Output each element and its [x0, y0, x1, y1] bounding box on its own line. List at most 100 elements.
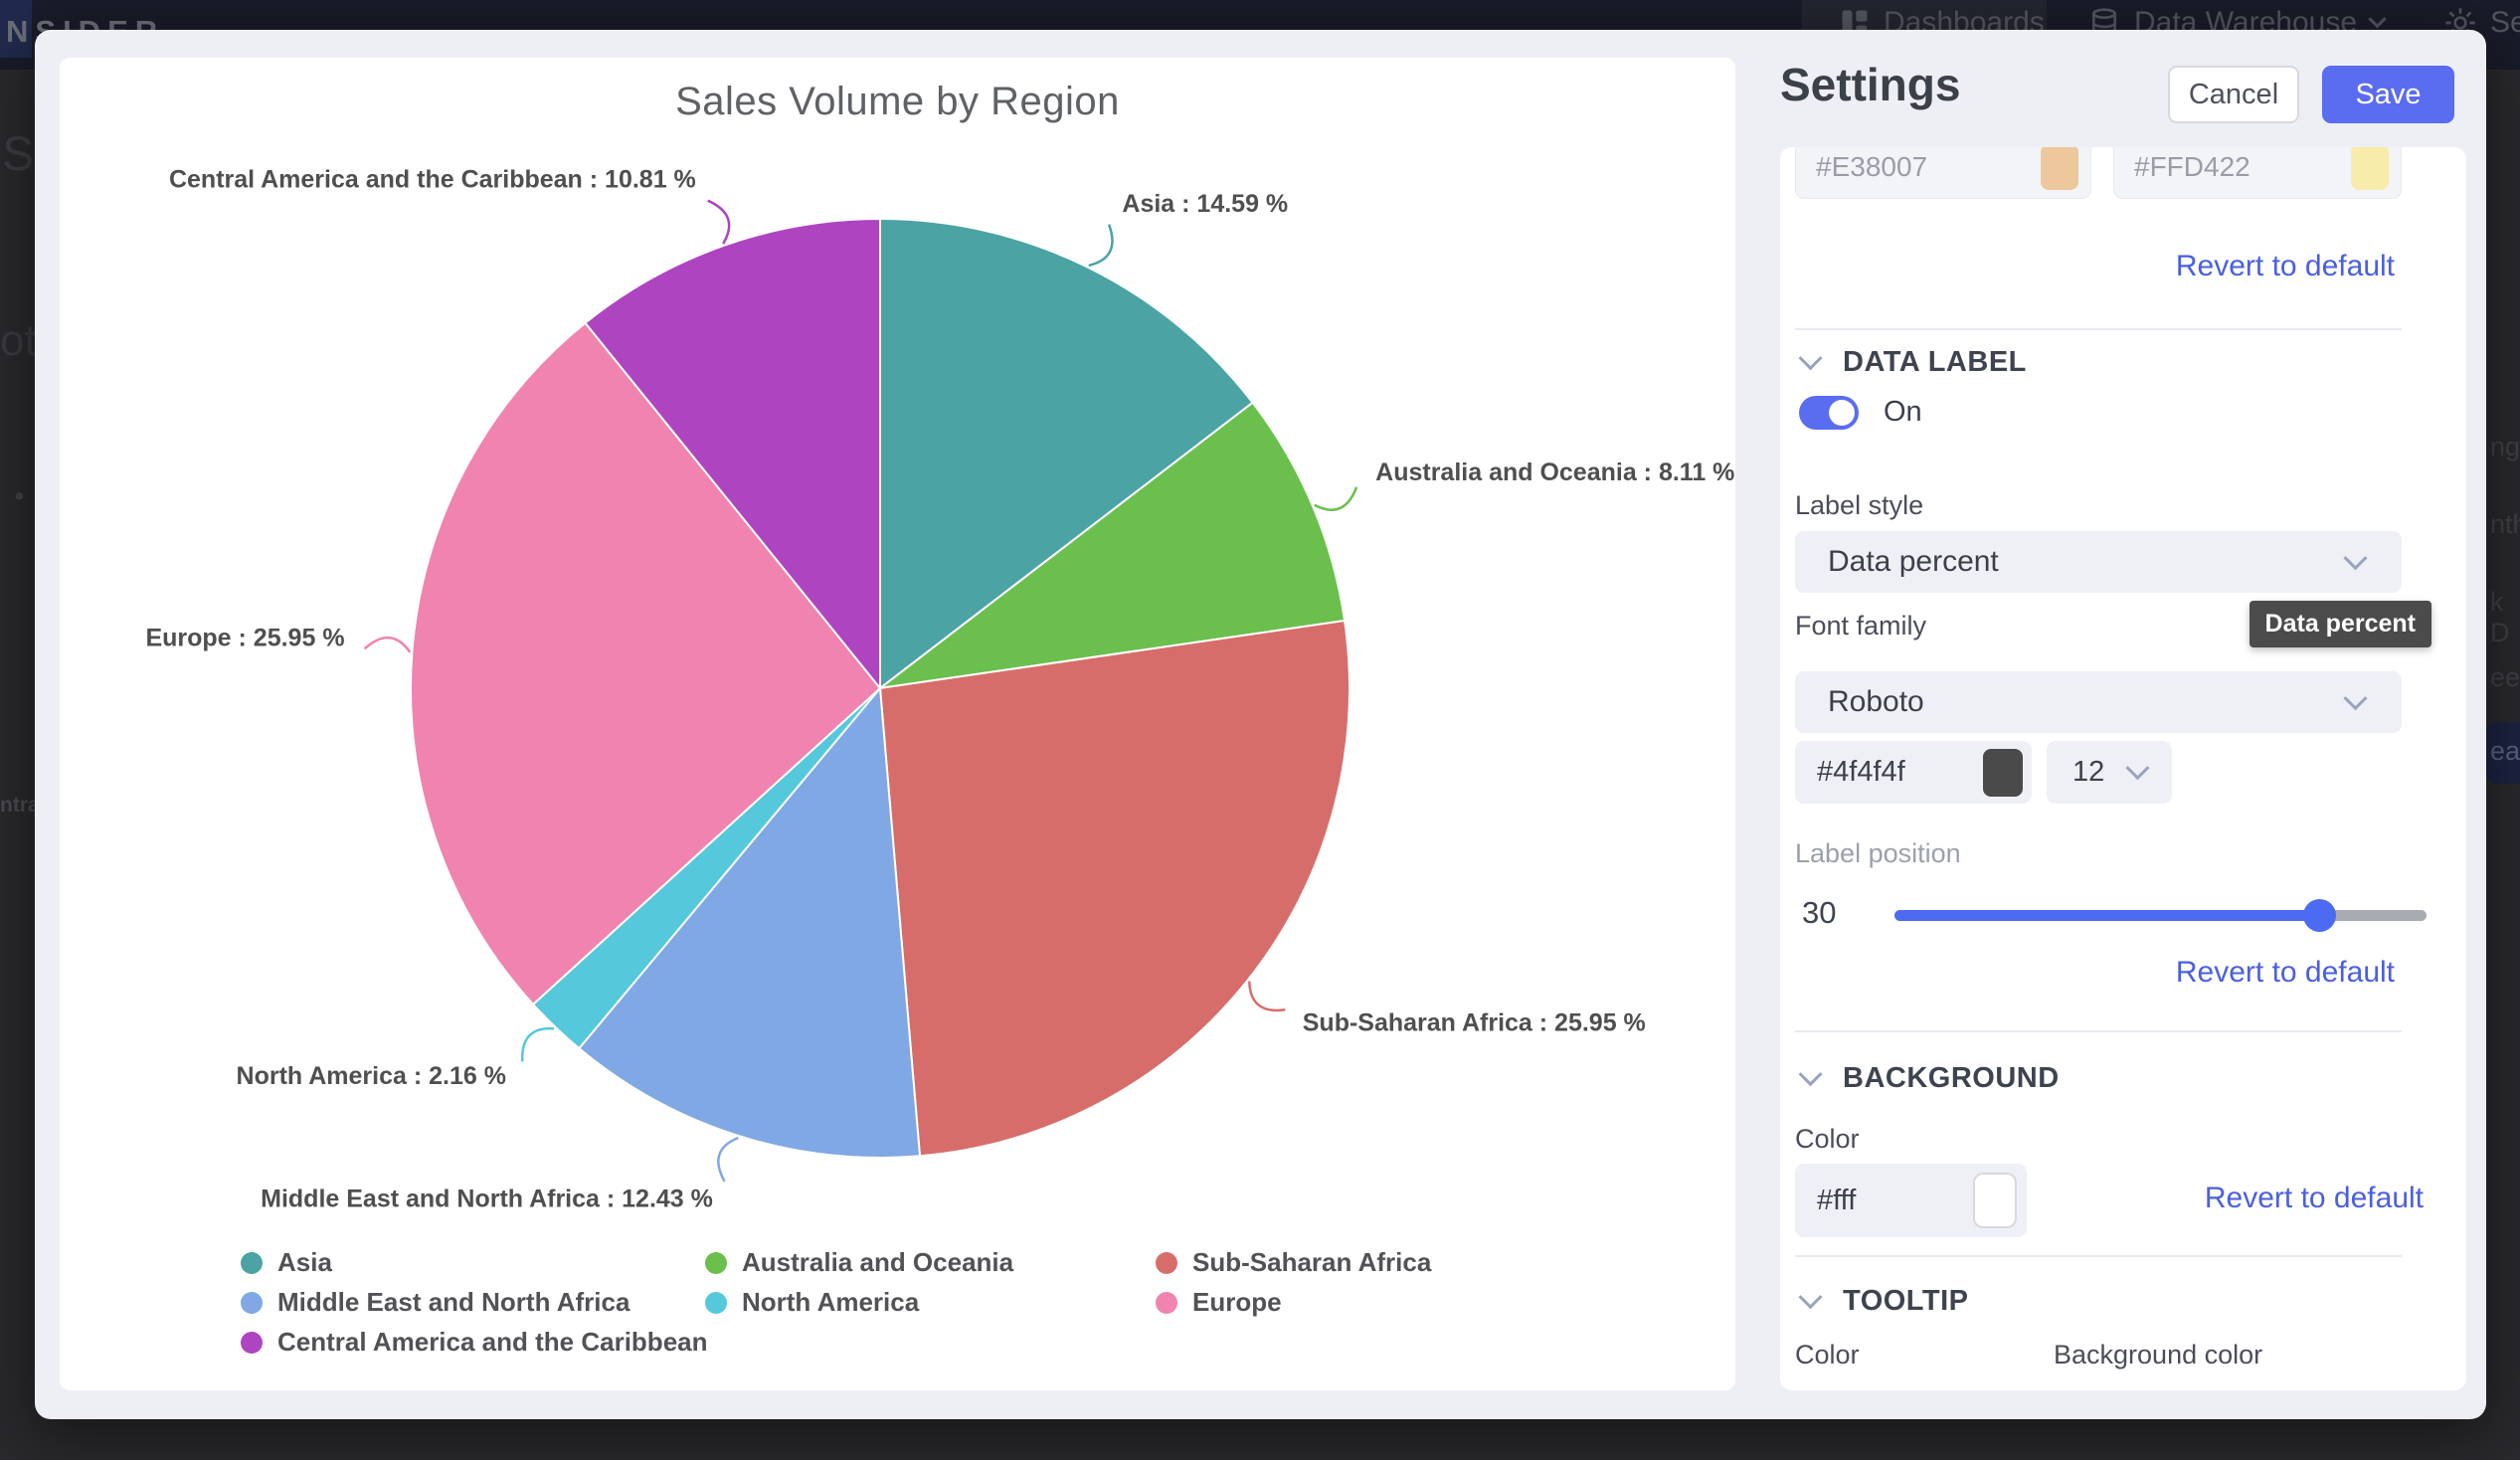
label-leader-line — [708, 201, 729, 244]
font-size-select[interactable]: 12 — [2047, 741, 2172, 804]
settings-panel: Settings Cancel Save #E38007 #FFD422 Rev… — [1765, 30, 2486, 1419]
bg-fragment-year: ear — [2490, 736, 2520, 767]
series-color-swatch-2[interactable] — [2351, 147, 2389, 190]
label-leader-line — [1249, 982, 1285, 1010]
series-color-value-2: #FFD422 — [2114, 151, 2351, 183]
label-style-tooltip: Data percent — [2250, 601, 2431, 647]
legend-marker — [705, 1252, 727, 1274]
cancel-button[interactable]: Cancel — [2168, 66, 2299, 123]
background-color-swatch[interactable] — [1973, 1173, 2017, 1228]
panel-title: Settings — [1780, 58, 1960, 111]
pie-chart[interactable]: Asia : 14.59 %Australia and Oceania : 8.… — [60, 58, 1735, 1390]
font-color-value: #4f4f4f — [1795, 756, 1983, 789]
background-color-input[interactable]: #fff — [1795, 1164, 2027, 1237]
label-position-label: Label position — [1795, 838, 1961, 869]
tooltip-section-title: TOOLTIP — [1843, 1285, 1968, 1318]
bg-fragment-week: eek — [2490, 662, 2520, 693]
revert-series-colors-link[interactable]: Revert to default — [2176, 250, 2395, 283]
chart-title: Sales Volume by Region — [60, 80, 1735, 124]
bg-fragment-month: nth — [2490, 509, 2520, 540]
legend-marker — [705, 1292, 727, 1314]
pie-data-label: Middle East and North Africa : 12.43 % — [261, 1185, 713, 1212]
data-label-toggle[interactable] — [1799, 396, 1859, 430]
legend-label: Middle East and North Africa — [277, 1287, 630, 1318]
pie-data-label: North America : 2.16 % — [237, 1062, 506, 1090]
pie-data-label: Asia : 14.59 % — [1122, 190, 1288, 218]
label-leader-line — [522, 1028, 554, 1061]
background-color-label: Color — [1795, 1124, 1860, 1155]
toggle-state-label: On — [1884, 396, 1922, 429]
divider — [1795, 1030, 2402, 1032]
font-color-swatch[interactable] — [1983, 749, 2023, 797]
series-color-value-1: #E38007 — [1796, 151, 2041, 183]
label-style-dropdown[interactable]: Data percent — [1795, 531, 2402, 593]
font-family-label: Font family — [1795, 611, 1926, 641]
bg-fragment-day: k D — [2490, 587, 2520, 648]
background-section-header[interactable]: BACKGROUND — [1802, 1062, 2060, 1095]
legend-label: Sub-Saharan Africa — [1192, 1247, 1431, 1278]
slider-fill — [1894, 910, 2320, 921]
bg-fragment-bullet: ● — [14, 485, 25, 506]
font-family-value: Roboto — [1795, 685, 2347, 719]
settings-card: #E38007 #FFD422 Revert to default DATA L… — [1780, 147, 2466, 1390]
slider-thumb[interactable] — [2303, 899, 2336, 932]
chart-legend: Asia Australia and Oceania Sub-Saharan Afr… — [241, 1249, 1431, 1356]
font-color-input[interactable]: #4f4f4f — [1795, 741, 2032, 804]
legend-marker — [241, 1252, 263, 1274]
legend-label: Asia — [277, 1247, 332, 1278]
label-position-slider-track[interactable] — [1894, 910, 2427, 921]
pie-data-label: Sub-Saharan Africa : 25.95 % — [1303, 1009, 1646, 1037]
screen: NSIDER Dashboards Data Warehouse Se Sal … — [0, 0, 2520, 1460]
legend-marker — [1156, 1292, 1177, 1314]
chevron-down-icon — [2343, 546, 2367, 570]
chart-card: Asia : 14.59 %Australia and Oceania : 8.… — [60, 58, 1735, 1390]
legend-item-central-america-and-the-caribbean[interactable]: Central America and the Caribbean — [241, 1329, 705, 1356]
toggle-knob — [1829, 400, 1855, 426]
legend-item-sub-saharan-africa[interactable]: Sub-Saharan Africa — [1156, 1249, 1431, 1276]
chevron-down-icon — [1798, 1062, 1822, 1086]
legend-item-europe[interactable]: Europe — [1156, 1289, 1431, 1316]
legend-item-north-america[interactable]: North America — [705, 1289, 1156, 1316]
pie-slice-sub-saharan-africa[interactable] — [880, 621, 1350, 1156]
save-button[interactable]: Save — [2322, 66, 2454, 123]
label-leader-line — [718, 1138, 738, 1182]
background-color-value: #fff — [1795, 1185, 1973, 1217]
label-leader-line — [1089, 225, 1113, 266]
legend-item-australia-and-oceania[interactable]: Australia and Oceania — [705, 1249, 1156, 1276]
bg-fragment-range: nge — [2490, 432, 2520, 462]
pie-data-label: Europe : 25.95 % — [145, 624, 344, 651]
label-position-value: 30 — [1802, 895, 1836, 931]
series-color-input-1[interactable]: #E38007 — [1795, 147, 2091, 199]
label-leader-line — [365, 638, 411, 652]
revert-data-label-link[interactable]: Revert to default — [2176, 956, 2395, 990]
chevron-down-icon — [2343, 686, 2367, 710]
settings-modal: Asia : 14.59 %Australia and Oceania : 8.… — [35, 30, 2486, 1419]
legend-label: Central America and the Caribbean — [277, 1327, 708, 1358]
divider — [1795, 1255, 2402, 1257]
legend-label: North America — [742, 1287, 919, 1318]
chevron-down-icon — [2125, 756, 2149, 780]
legend-item-asia[interactable]: Asia — [241, 1249, 705, 1276]
legend-label: Australia and Oceania — [742, 1247, 1013, 1278]
revert-background-link[interactable]: Revert to default — [2205, 1182, 2424, 1215]
legend-item-middle-east-and-north-africa[interactable]: Middle East and North Africa — [241, 1289, 705, 1316]
font-size-value: 12 — [2047, 756, 2129, 789]
label-style-label: Label style — [1795, 490, 1923, 521]
background-section-title: BACKGROUND — [1843, 1062, 2060, 1095]
data-label-section-header[interactable]: DATA LABEL — [1802, 346, 2027, 379]
nav-settings-label: Se — [2490, 6, 2520, 40]
series-color-input-2[interactable]: #FFD422 — [2113, 147, 2402, 199]
chevron-down-icon — [2368, 10, 2386, 28]
series-color-swatch-1[interactable] — [2041, 147, 2078, 190]
tooltip-color-label: Color — [1795, 1340, 1860, 1370]
pie-data-label: Central America and the Caribbean : 10.8… — [169, 165, 696, 193]
legend-marker — [241, 1332, 263, 1354]
tooltip-section-header[interactable]: TOOLTIP — [1802, 1285, 1968, 1318]
divider — [1795, 328, 2402, 330]
legend-label: Europe — [1192, 1287, 1282, 1318]
chevron-down-icon — [1798, 1285, 1822, 1309]
legend-marker — [241, 1292, 263, 1314]
font-family-dropdown[interactable]: Roboto — [1795, 671, 2402, 733]
label-style-value: Data percent — [1795, 545, 2347, 579]
label-leader-line — [1315, 487, 1356, 510]
